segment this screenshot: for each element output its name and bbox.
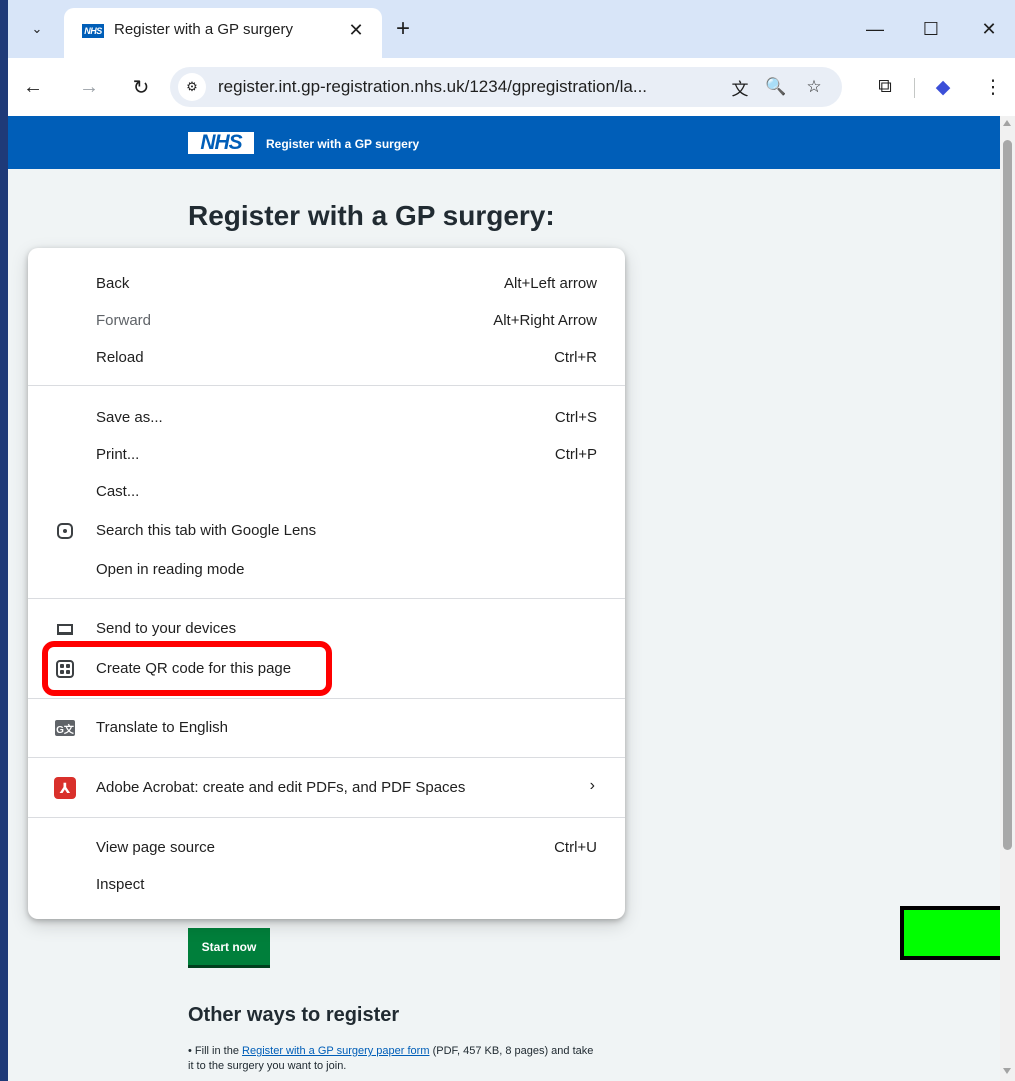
start-now-button[interactable]: Start now (188, 928, 270, 968)
kebab-menu-icon: ⋮ (983, 76, 1003, 98)
menu-item-label: Cast... (96, 483, 140, 500)
scroll-down-arrow-icon[interactable] (1003, 1068, 1011, 1074)
nhs-header: NHS Register with a GP surgery (8, 116, 1000, 169)
menu-separator (28, 385, 625, 386)
menu-item-google-lens[interactable]: Search this tab with Google Lens (28, 513, 625, 549)
tune-icon: ⚙ (186, 79, 198, 94)
tab-strip: ⌄ NHS Register with a GP surgery ✕ + — ☐… (8, 0, 1015, 58)
menu-item-label: Back (96, 275, 130, 292)
menu-item-back[interactable]: Back Alt+Left arrow (28, 266, 625, 302)
extensions-button[interactable]: ⧉ (870, 72, 900, 102)
menu-item-shortcut: Ctrl+S (554, 409, 597, 426)
close-icon: ✕ (348, 19, 364, 40)
menu-item-view-source[interactable]: View page source Ctrl+U (28, 830, 625, 866)
chevron-right-icon: › (589, 777, 595, 794)
menu-separator (28, 817, 625, 818)
bullet: • (188, 1045, 192, 1057)
google-lens-icon (54, 520, 76, 542)
maximize-button[interactable]: ☐ (916, 14, 946, 44)
menu-item-save-as[interactable]: Save as... Ctrl+S (28, 400, 625, 436)
profile-button[interactable]: ◆ (928, 72, 958, 102)
service-name[interactable]: Register with a GP surgery (266, 137, 419, 151)
toolbar-divider (914, 78, 915, 98)
arrow-right-icon: → (79, 75, 99, 98)
menu-item-shortcut: Ctrl+R (554, 349, 597, 366)
profile-icon: ◆ (935, 76, 951, 98)
menu-item-inspect[interactable]: Inspect (28, 867, 625, 903)
menu-item-label: Reload (96, 349, 144, 366)
menu-item-shortcut: Alt+Right Arrow (493, 312, 597, 329)
site-info-button[interactable]: ⚙ (178, 73, 206, 101)
browser-toolbar: ← → ↻ ⚙ register.int.gp-registration.nhs… (8, 58, 1015, 116)
reload-icon: ↻ (132, 76, 150, 99)
menu-item-label: Search this tab with Google Lens (96, 522, 317, 539)
chevron-down-icon: ⌄ (31, 21, 43, 36)
menu-item-label: Adobe Acrobat: create and edit PDFs, and… (96, 779, 466, 796)
other-text-prefix: Fill in the (194, 1045, 239, 1057)
minimize-button[interactable]: — (860, 14, 890, 44)
menu-item-cast[interactable]: Cast... (28, 474, 625, 510)
menu-item-reload[interactable]: Reload Ctrl+R (28, 340, 625, 376)
tab-title: Register with a GP surgery (114, 21, 293, 38)
close-icon: ✕ (981, 18, 997, 39)
acrobat-icon: ⅄ (54, 777, 76, 799)
translate-page-button[interactable]: 文 (728, 75, 752, 99)
menu-item-reading-mode[interactable]: Open in reading mode (28, 552, 625, 588)
menu-separator (28, 598, 625, 599)
menu-item-label: Send to your devices (96, 620, 237, 637)
nhs-favicon-icon: NHS (82, 24, 104, 38)
reload-button[interactable]: ↻ (126, 72, 156, 102)
puzzle-icon: ⧉ (878, 76, 892, 97)
menu-item-label: Save as... (96, 409, 163, 426)
back-button[interactable]: ← (18, 72, 48, 102)
menu-separator (28, 757, 625, 758)
menu-item-label: View page source (96, 839, 215, 856)
devices-icon (54, 618, 76, 640)
star-icon: ☆ (806, 77, 822, 96)
translate-icon: 文 (731, 79, 749, 99)
menu-item-label: Open in reading mode (96, 561, 245, 578)
paper-form-link[interactable]: Register with a GP surgery paper form (242, 1045, 429, 1057)
menu-item-translate[interactable]: G文 Translate to English (28, 710, 625, 746)
page-scrollbar[interactable] (1000, 116, 1015, 1081)
active-tab[interactable]: NHS Register with a GP surgery ✕ (64, 8, 382, 58)
menu-separator (28, 698, 625, 699)
forward-button[interactable]: → (74, 72, 104, 102)
menu-item-adobe-acrobat[interactable]: ⅄ Adobe Acrobat: create and edit PDFs, a… (28, 770, 625, 806)
tab-close-button[interactable]: ✕ (344, 18, 368, 42)
translate-icon: G文 (54, 717, 76, 739)
menu-item-label: Print... (96, 446, 140, 463)
other-ways-heading: Other ways to register (188, 1004, 400, 1026)
menu-item-forward[interactable]: Forward Alt+Right Arrow (28, 303, 625, 339)
tab-search-button[interactable]: ⌄ (20, 14, 54, 44)
minimize-icon: — (866, 18, 884, 39)
context-menu: Back Alt+Left arrow Forward Alt+Right Ar… (28, 248, 625, 919)
new-tab-button[interactable]: + (388, 14, 418, 44)
maximize-icon: ☐ (922, 18, 940, 39)
url-text[interactable]: register.int.gp-registration.nhs.uk/1234… (218, 77, 647, 97)
menu-item-shortcut: Alt+Left arrow (504, 275, 597, 292)
address-bar[interactable]: ⚙ register.int.gp-registration.nhs.uk/12… (170, 67, 842, 107)
other-ways-text: • Fill in the Register with a GP surgery… (188, 1044, 598, 1074)
menu-item-label: Forward (96, 312, 152, 329)
window-close-button[interactable]: ✕ (974, 14, 1004, 44)
page-title: Register with a GP surgery: (188, 200, 555, 231)
menu-item-label: Translate to English (96, 719, 229, 736)
chrome-menu-button[interactable]: ⋮ (978, 72, 1008, 102)
nhs-logo[interactable]: NHS (188, 131, 254, 154)
scroll-thumb[interactable] (1003, 140, 1012, 850)
plus-icon: + (395, 15, 410, 42)
green-marker-box (900, 906, 1015, 960)
red-highlight-box (42, 641, 332, 696)
bookmark-button[interactable]: ☆ (802, 75, 826, 99)
zoom-button[interactable]: 🔍 (764, 75, 788, 99)
menu-item-print[interactable]: Print... Ctrl+P (28, 437, 625, 473)
zoom-icon: 🔍 (765, 77, 787, 96)
menu-item-shortcut: Ctrl+U (554, 839, 597, 856)
menu-item-shortcut: Ctrl+P (554, 446, 597, 463)
menu-item-label: Inspect (96, 876, 145, 893)
arrow-left-icon: ← (23, 75, 43, 98)
scroll-up-arrow-icon[interactable] (1003, 120, 1011, 126)
